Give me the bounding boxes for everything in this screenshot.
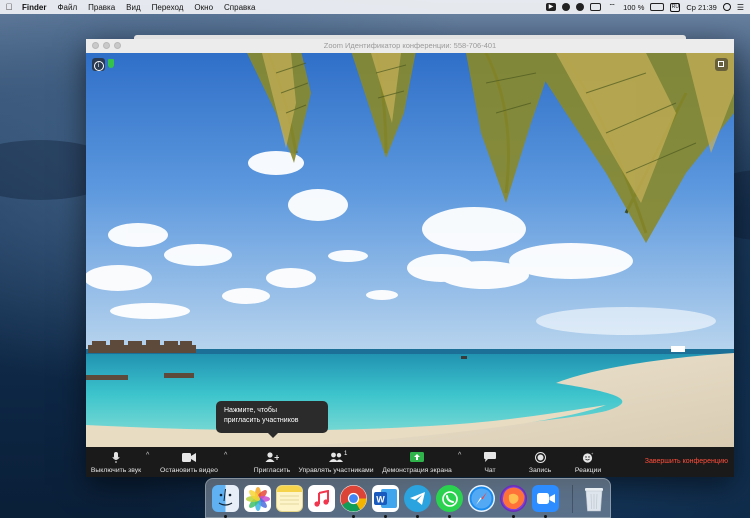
manage-participants-label: Управлять участниками	[298, 467, 374, 474]
zoom-status-icon[interactable]: ▶	[546, 3, 557, 11]
invite-tooltip: Нажмите, чтобы пригласить участников	[216, 401, 328, 438]
window-title: Zoom Идентификатор конференции: 558-706-…	[323, 41, 497, 50]
telegram-icon[interactable]	[404, 485, 431, 512]
firefox-icon[interactable]	[500, 485, 527, 512]
share-screen-button[interactable]: Демонстрация экрана	[378, 447, 456, 477]
battery-percentage: 100 %	[623, 2, 645, 12]
menu-bar:  Finder Файл Правка Вид Переход Окно Сп…	[0, 0, 750, 14]
tooltip-line: пригласить участников	[224, 417, 299, 424]
menu-bar-status-area: ▶ ⌔ 100 % RU Ср 21:39 ☰	[546, 0, 744, 14]
dock-separator	[572, 485, 573, 513]
share-options-caret-icon[interactable]: ^	[458, 452, 461, 459]
mute-button[interactable]: Выключить звук	[88, 447, 144, 477]
audio-options-caret-icon[interactable]: ^	[146, 452, 149, 459]
zoom-icon[interactable]	[532, 485, 559, 512]
manage-participants-button[interactable]: Управлять участниками	[296, 447, 376, 477]
stop-video-button[interactable]: Остановить видео	[158, 447, 220, 477]
record-icon	[534, 451, 546, 463]
keyboard-layout-icon[interactable]: RU	[670, 2, 681, 12]
safari-icon[interactable]	[468, 485, 495, 512]
menu-edit[interactable]: Правка	[88, 3, 122, 12]
chat-icon	[484, 452, 496, 462]
apple-menu-icon[interactable]: 	[0, 2, 18, 12]
video-area: i Нажмите, чтобы пригласить участников	[86, 53, 734, 447]
encryption-shield-icon[interactable]	[108, 59, 114, 68]
telegram-status-icon[interactable]	[576, 3, 585, 11]
airplay-icon[interactable]	[590, 3, 602, 11]
whatsapp-icon[interactable]	[436, 485, 463, 512]
beach-virtual-background	[86, 53, 734, 447]
share-screen-label: Демонстрация экрана	[382, 467, 452, 474]
word-icon[interactable]: W	[372, 485, 399, 512]
dock: W	[205, 478, 611, 518]
share-screen-icon	[410, 452, 424, 462]
fullscreen-icon[interactable]	[715, 58, 728, 71]
mute-label: Выключить звук	[90, 467, 142, 474]
meeting-info-icon[interactable]: i	[92, 58, 105, 71]
chat-button[interactable]: Чат	[478, 447, 502, 477]
music-icon[interactable]	[308, 485, 335, 512]
menu-app-finder[interactable]: Finder	[22, 3, 53, 12]
chat-label: Чат	[484, 467, 496, 474]
svg-text:+: +	[591, 452, 594, 456]
reactions-label: Реакции	[574, 467, 602, 474]
meeting-controls-toolbar: Выключить звук ^ Остановить видео ^ Приг…	[86, 447, 734, 477]
end-meeting-button[interactable]: Завершить конференцию	[645, 456, 728, 468]
svg-text:W: W	[376, 495, 385, 505]
participants-icon	[329, 452, 343, 462]
menu-view[interactable]: Вид	[126, 3, 147, 12]
menu-window[interactable]: Окно	[194, 3, 220, 12]
menu-help[interactable]: Справка	[224, 3, 262, 12]
finder-icon[interactable]	[212, 485, 239, 512]
menu-file[interactable]: Файл	[57, 3, 84, 12]
invite-label: Пригласить	[253, 467, 291, 474]
reactions-button[interactable]: + Реакции	[570, 447, 606, 477]
add-participant-icon	[265, 452, 279, 462]
participants-count: 1	[344, 451, 348, 457]
window-titlebar[interactable]: Zoom Идентификатор конференции: 558-706-…	[86, 39, 734, 54]
stop-video-label: Остановить видео	[160, 467, 218, 474]
photos-icon[interactable]	[244, 485, 271, 512]
wifi-icon[interactable]: ⌔	[607, 3, 617, 11]
microphone-icon	[112, 451, 120, 463]
record-button[interactable]: Запись	[524, 447, 556, 477]
chrome-icon[interactable]	[340, 485, 367, 512]
battery-icon[interactable]	[650, 3, 665, 11]
dnd-icon[interactable]	[562, 3, 571, 11]
control-center-icon[interactable]: ☰	[737, 3, 744, 12]
record-label: Запись	[528, 467, 552, 474]
smiley-icon: +	[582, 452, 594, 463]
trash-icon[interactable]	[580, 485, 607, 512]
video-options-caret-icon[interactable]: ^	[224, 452, 227, 459]
notes-icon[interactable]	[276, 485, 303, 512]
invite-button[interactable]: Пригласить	[250, 447, 294, 477]
spotlight-icon[interactable]	[722, 3, 731, 11]
video-camera-icon	[182, 452, 196, 462]
zoom-meeting-window: Zoom Идентификатор конференции: 558-706-…	[86, 35, 734, 477]
tooltip-line: Нажмите, чтобы	[224, 407, 277, 414]
menu-go[interactable]: Переход	[152, 3, 191, 12]
menu-clock[interactable]: Ср 21:39	[686, 3, 716, 12]
